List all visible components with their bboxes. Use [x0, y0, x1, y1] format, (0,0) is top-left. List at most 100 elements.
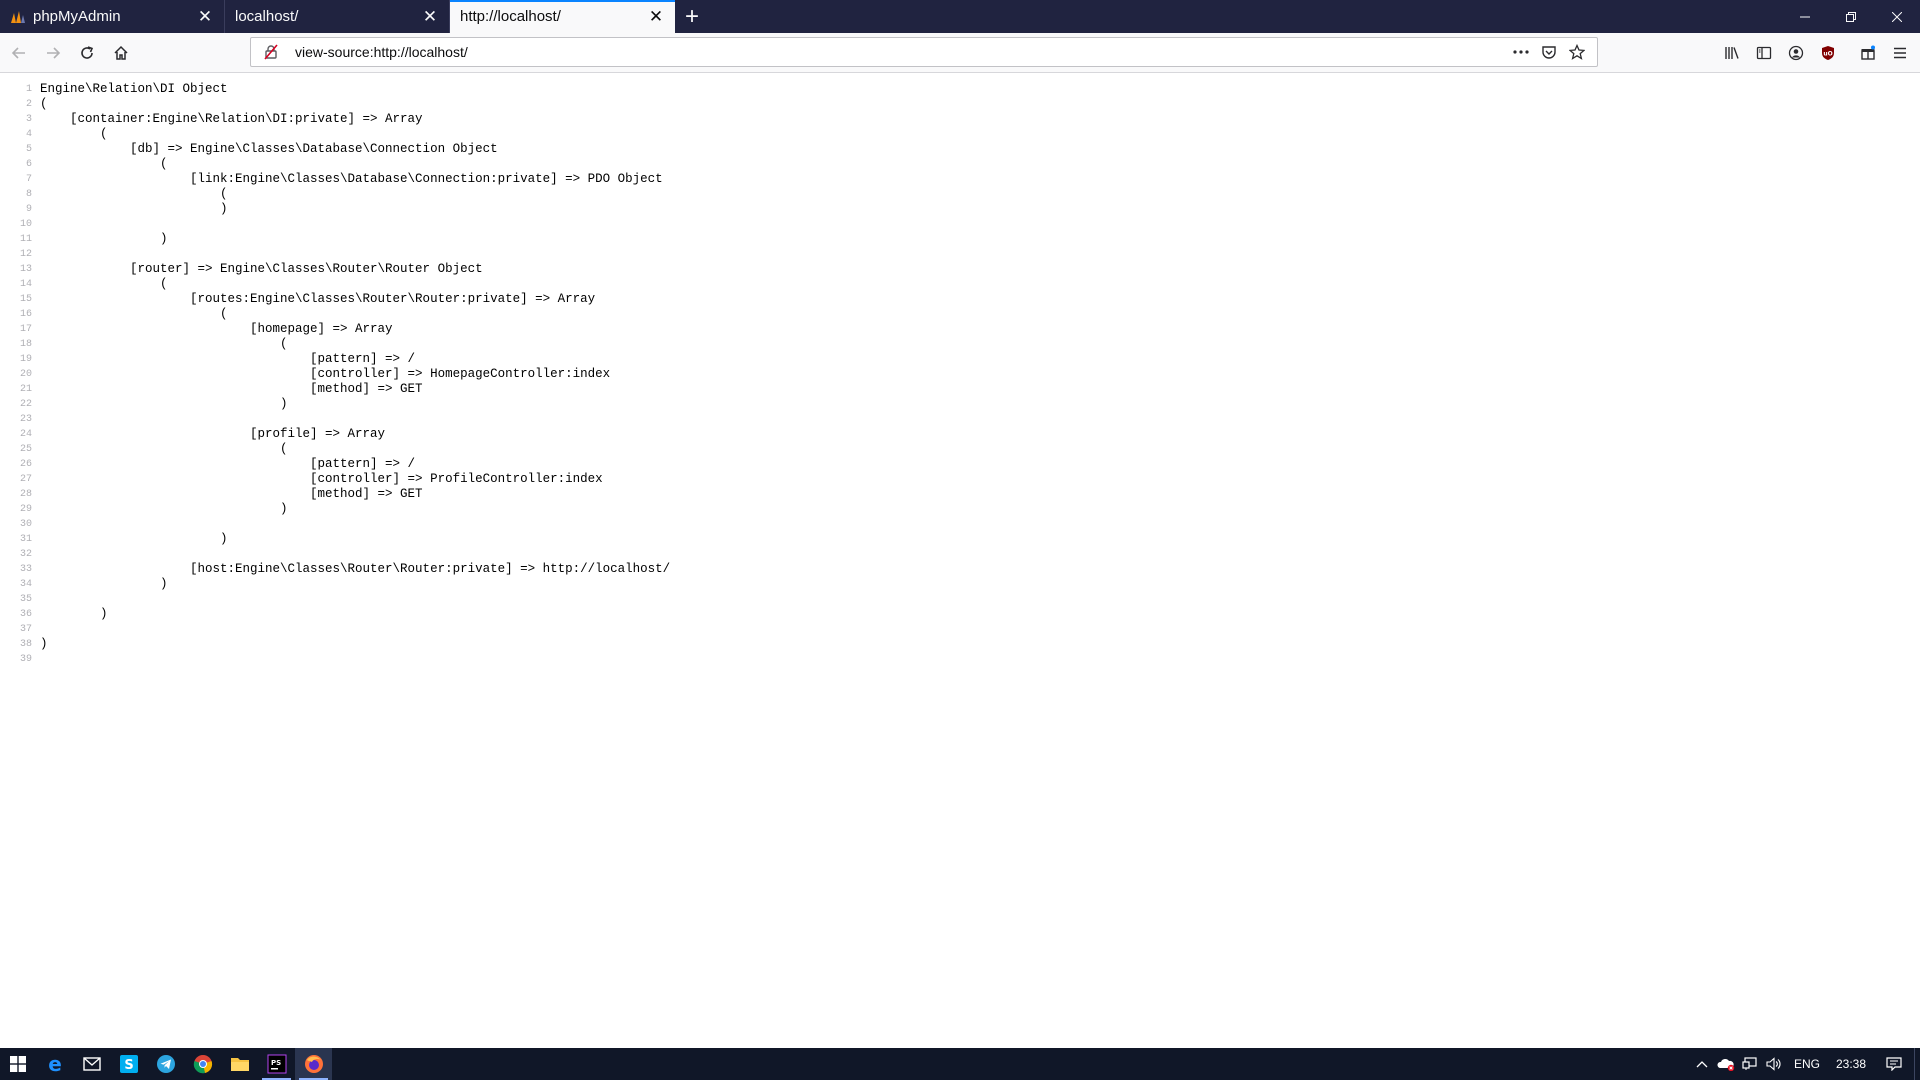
line-text: ) — [40, 202, 228, 216]
view-source-content: 1 Engine\Relation\DI Object 2(3 [container… — [0, 74, 1920, 1048]
back-arrow-icon — [11, 46, 25, 59]
back-button[interactable] — [2, 37, 36, 69]
source-line: 18 ( — [0, 337, 1920, 352]
line-number: 14 — [19, 279, 32, 290]
tab-strip: phpMyAdmin ✕ localhost/ ✕ http://localho… — [0, 0, 1920, 33]
line-text: ( — [40, 157, 168, 171]
line-text: [container:Engine\Relation\DI:private] =… — [40, 112, 423, 126]
close-tab-icon[interactable]: ✕ — [196, 8, 214, 26]
line-number: 12 — [19, 249, 32, 260]
taskbar-phpstorm[interactable]: PS — [258, 1048, 295, 1080]
tab-localhost[interactable]: localhost/ ✕ — [225, 0, 450, 33]
source-line: 8 ( — [0, 187, 1920, 202]
show-desktop-button[interactable] — [1914, 1048, 1920, 1080]
close-tab-icon[interactable]: ✕ — [647, 8, 665, 26]
line-number: 15 — [19, 294, 32, 305]
tab-phpmyadmin[interactable]: phpMyAdmin ✕ — [0, 0, 225, 33]
svg-text:PS: PS — [271, 1059, 281, 1067]
line-text: [pattern] => / — [40, 457, 416, 471]
line-number: 37 — [19, 624, 32, 635]
taskbar-firefox[interactable] — [295, 1048, 332, 1080]
taskbar-chrome[interactable] — [184, 1048, 221, 1080]
taskbar-file-explorer[interactable] — [221, 1048, 258, 1080]
firefox-icon — [304, 1055, 323, 1073]
bookmark-star-icon[interactable] — [1563, 40, 1591, 64]
line-number: 22 — [19, 399, 32, 410]
source-line: 13 [router] => Engine\Classes\Router\Rou… — [0, 262, 1920, 277]
input-language[interactable]: ENG — [1786, 1057, 1828, 1071]
line-number: 19 — [19, 354, 32, 365]
taskbar-edge[interactable]: e — [36, 1048, 73, 1080]
address-bar[interactable]: view-source:http://localhost/ — [250, 37, 1598, 67]
line-number: 7 — [25, 174, 32, 185]
source-line: 29 ) — [0, 502, 1920, 517]
line-text: ) — [40, 637, 48, 651]
restore-button[interactable] — [1828, 0, 1874, 33]
network-icon[interactable] — [1738, 1048, 1762, 1080]
tab-http-localhost[interactable]: http://localhost/ ✕ — [450, 0, 675, 33]
line-number: 4 — [25, 129, 32, 140]
close-tab-icon[interactable]: ✕ — [421, 8, 439, 26]
source-line: 27 [controller] => ProfileController:ind… — [0, 472, 1920, 487]
line-text: [routes:Engine\Classes\Router\Router:pri… — [40, 292, 596, 306]
sidebar-icon[interactable] — [1748, 37, 1780, 69]
account-icon[interactable] — [1780, 37, 1812, 69]
line-number: 33 — [19, 564, 32, 575]
line-number: 10 — [19, 219, 32, 230]
svg-text:S: S — [124, 1058, 133, 1073]
extension-gift-icon[interactable] — [1852, 37, 1884, 69]
library-icon[interactable] — [1716, 37, 1748, 69]
line-number: 16 — [19, 309, 32, 320]
source-code: 1 Engine\Relation\DI Object 2(3 [container… — [0, 74, 1920, 667]
close-window-button[interactable] — [1874, 0, 1920, 33]
volume-icon[interactable] — [1762, 1048, 1786, 1080]
line-text: [homepage] => Array — [40, 322, 393, 336]
line-number: 20 — [19, 369, 32, 380]
taskbar-skype[interactable]: S — [110, 1048, 147, 1080]
line-number: 17 — [19, 324, 32, 335]
mail-icon — [82, 1057, 101, 1071]
new-tab-button[interactable]: + — [675, 0, 709, 33]
onedrive-error-icon[interactable] — [1714, 1048, 1738, 1080]
line-number: 27 — [19, 474, 32, 485]
minimize-button[interactable] — [1782, 0, 1828, 33]
windows-start-icon — [10, 1056, 26, 1072]
telegram-icon — [156, 1055, 175, 1073]
url-text[interactable]: view-source:http://localhost/ — [285, 44, 1507, 60]
toolbar-right-icons: uO — [1716, 37, 1916, 69]
chrome-icon — [193, 1055, 212, 1074]
hamburger-menu-icon[interactable] — [1884, 37, 1916, 69]
line-text: ) — [40, 397, 288, 411]
page-actions-icon[interactable] — [1507, 40, 1535, 64]
skype-icon: S — [119, 1055, 138, 1073]
line-text: [controller] => HomepageController:index — [40, 367, 611, 381]
svg-text:e: e — [48, 1054, 62, 1074]
source-line: 12 — [0, 247, 1920, 262]
taskbar-telegram[interactable] — [147, 1048, 184, 1080]
phpstorm-icon: PS — [267, 1054, 286, 1074]
forward-button[interactable] — [36, 37, 70, 69]
home-button[interactable] — [104, 37, 138, 69]
line-text: [router] => Engine\Classes\Router\Router… — [40, 262, 483, 276]
taskbar-mail[interactable] — [73, 1048, 110, 1080]
reload-button[interactable] — [70, 37, 104, 69]
source-line: 16 ( — [0, 307, 1920, 322]
line-text: Engine\Relation\DI Object — [40, 82, 228, 96]
clock[interactable]: 23:38 — [1828, 1057, 1874, 1071]
chevron-up-icon[interactable] — [1690, 1048, 1714, 1080]
windows-start-button[interactable] — [0, 1048, 36, 1080]
line-number: 21 — [19, 384, 32, 395]
line-number: 34 — [19, 579, 32, 590]
pocket-icon[interactable] — [1535, 40, 1563, 64]
insecure-connection-icon[interactable] — [257, 40, 285, 64]
line-text: [controller] => ProfileController:index — [40, 472, 603, 486]
source-line: 25 ( — [0, 442, 1920, 457]
source-line: 1 Engine\Relation\DI Object — [0, 82, 1920, 97]
ublock-origin-icon[interactable]: uO — [1812, 37, 1844, 69]
source-line: 15 [routes:Engine\Classes\Router\Router:… — [0, 292, 1920, 307]
line-number: 36 — [19, 609, 32, 620]
line-text: ( — [40, 127, 108, 141]
action-center-icon[interactable] — [1882, 1048, 1906, 1080]
line-text: ) — [40, 532, 228, 546]
line-number: 28 — [19, 489, 32, 500]
